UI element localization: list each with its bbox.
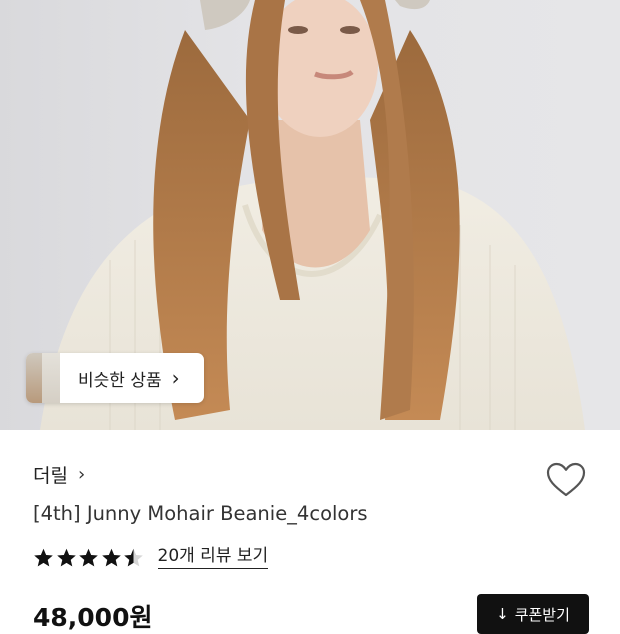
star-half-icon [124,548,143,566]
star-full-icon [79,548,98,566]
star-full-icon [101,548,121,566]
brand-link[interactable]: 더릴 › [33,461,85,488]
chevron-right-icon: › [171,366,180,390]
brand-name: 더릴 [33,465,68,487]
coupon-label: 쿠폰받기 [514,605,570,624]
review-link[interactable]: 20개 리뷰 보기 [157,546,269,569]
product-price: 48,000원 [33,603,153,632]
rating-row: 20개 리뷰 보기 [33,542,269,572]
download-arrow-icon: ↓ [496,605,509,623]
similar-products-label: 비슷한 상품 [78,370,162,391]
heart-icon[interactable] [546,462,586,498]
star-full-icon [34,548,53,566]
similar-products-button[interactable]: 비슷한 상품 › [26,353,204,403]
product-title: [4th] Junny Mohair Beanie_4colors [33,502,368,525]
coupon-button[interactable]: ↓ 쿠폰받기 [477,594,589,634]
similar-products-thumbnails [26,353,60,403]
chevron-right-icon: › [77,464,86,485]
rating-stars [33,547,146,568]
star-full-icon [56,548,76,566]
similar-thumb-2 [42,353,60,403]
